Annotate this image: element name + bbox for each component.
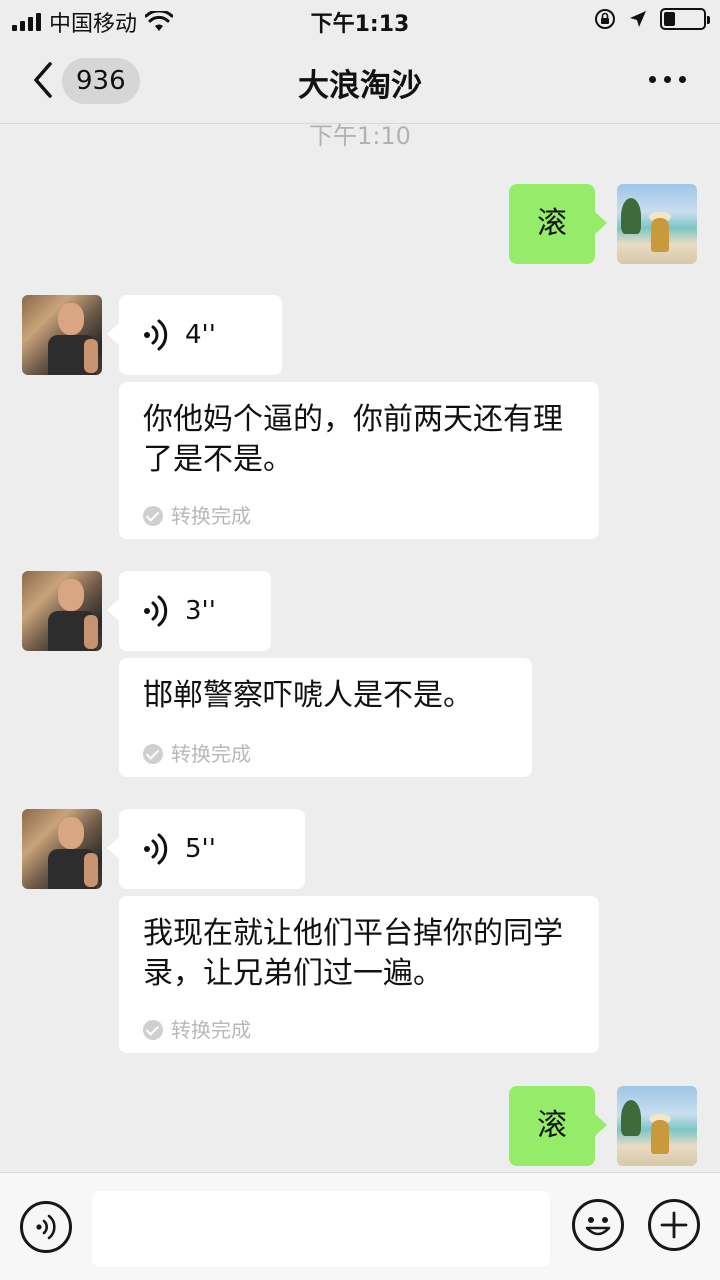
battery-icon — [660, 8, 710, 30]
text-bubble-self[interactable]: 滚 — [509, 184, 607, 264]
voice-bubble[interactable]: 5'' — [107, 809, 305, 889]
transcription-status: 转换完成 — [143, 734, 251, 774]
message-text: 滚 — [537, 206, 567, 241]
emoji-button[interactable] — [572, 1199, 624, 1251]
self-avatar[interactable] — [617, 1086, 697, 1166]
contact-avatar[interactable] — [22, 809, 102, 889]
message-text: 滚 — [537, 1108, 567, 1143]
transcription-status: 转换完成 — [143, 1010, 251, 1050]
transcription-text: 我现在就让他们平台掉你的同学录，让兄弟们过一遍。 — [143, 916, 563, 991]
message-timestamp: 下午1:10 — [309, 122, 411, 150]
rotation-lock-icon — [595, 9, 615, 29]
transcription-status-label: 转换完成 — [171, 1018, 251, 1042]
transcription-status-label: 转换完成 — [171, 742, 251, 766]
transcription-bubble[interactable]: 邯郸警察吓唬人是不是。 转换完成 — [119, 658, 532, 777]
voice-wave-icon — [144, 319, 168, 351]
transcription-text: 邯郸警察吓唬人是不是。 — [143, 678, 473, 713]
transcription-bubble[interactable]: 你他妈个逼的，你前两天还有理了是不是。 转换完成 — [119, 382, 599, 539]
transcription-bubble[interactable]: 我现在就让他们平台掉你的同学录，让兄弟们过一遍。 转换完成 — [119, 896, 599, 1053]
nav-bar: 936 大浪淘沙 — [0, 40, 720, 124]
location-icon — [630, 11, 646, 27]
voice-wave-icon — [144, 833, 168, 865]
transcription-text: 你他妈个逼的，你前两天还有理了是不是。 — [143, 402, 563, 477]
voice-duration: 3'' — [185, 596, 216, 626]
transcription-status-label: 转换完成 — [171, 504, 251, 528]
check-icon — [143, 506, 163, 526]
voice-wave-icon — [36, 1214, 56, 1240]
message-input[interactable] — [92, 1191, 550, 1267]
voice-duration: 4'' — [185, 320, 216, 350]
voice-bubble[interactable]: 4'' — [107, 295, 282, 375]
voice-duration: 5'' — [185, 834, 216, 864]
more-functions-button[interactable] — [648, 1199, 700, 1251]
chat-title: 大浪淘沙 — [298, 68, 422, 104]
more-dots-icon[interactable] — [649, 76, 686, 83]
transcription-status: 转换完成 — [143, 496, 251, 536]
voice-bubble[interactable]: 3'' — [107, 571, 271, 651]
input-bar — [0, 1172, 720, 1280]
contact-avatar[interactable] — [22, 571, 102, 651]
check-icon — [143, 744, 163, 764]
status-bar: 中国移动 下午1:13 — [0, 0, 720, 40]
check-icon — [143, 1020, 163, 1040]
voice-wave-icon — [144, 595, 168, 627]
plus-icon — [660, 1211, 688, 1239]
text-bubble-self[interactable]: 滚 — [509, 1086, 607, 1166]
emoji-icon — [585, 1217, 611, 1236]
voice-input-button[interactable] — [20, 1201, 72, 1253]
self-avatar[interactable] — [617, 184, 697, 264]
contact-avatar[interactable] — [22, 295, 102, 375]
